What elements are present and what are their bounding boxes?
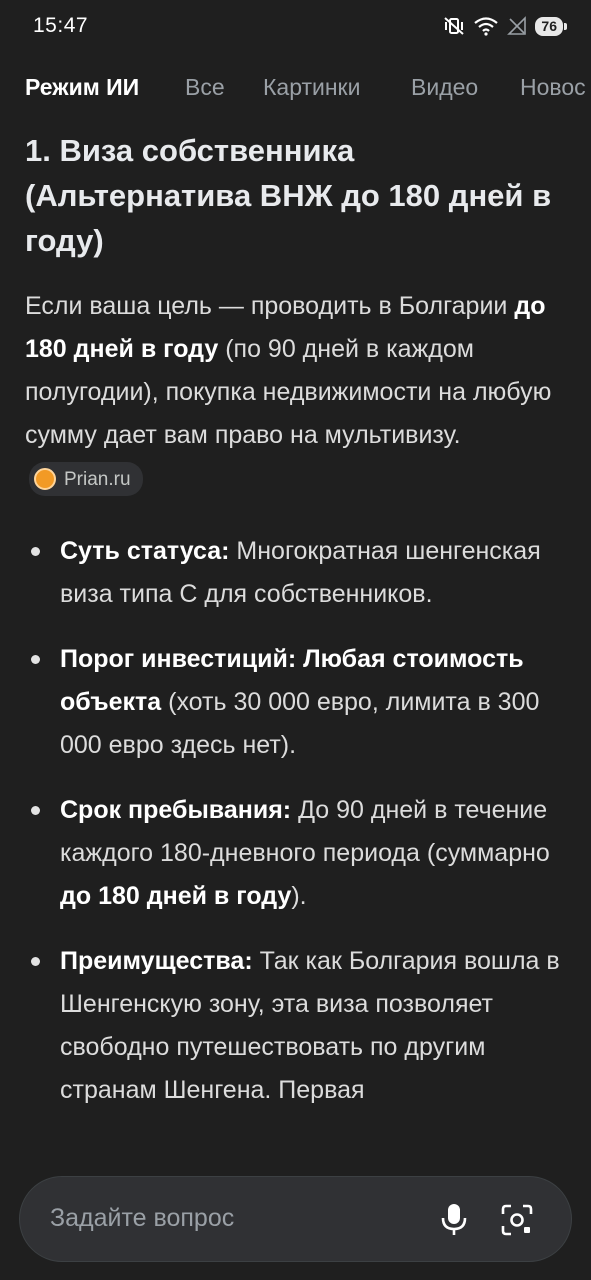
- tab-all[interactable]: Все: [185, 74, 225, 101]
- bullet-title: Преимущества:: [60, 947, 253, 975]
- tab-news[interactable]: Новос: [520, 74, 586, 101]
- ai-answer: 1. Виза собственника (Альтернатива ВНЖ д…: [25, 124, 570, 1134]
- signal-off-icon: [507, 16, 527, 35]
- source-favicon-icon: [34, 468, 56, 491]
- ask-input[interactable]: Задайте вопрос: [50, 1204, 234, 1233]
- wifi-icon: [474, 17, 499, 36]
- section-heading: 1. Виза собственника (Альтернатива ВНЖ д…: [25, 133, 552, 258]
- status-bar: 15:47 76: [0, 0, 591, 54]
- battery-indicator: 76: [535, 16, 567, 36]
- tab-ai-mode[interactable]: Режим ИИ: [25, 74, 139, 101]
- source-label: Prian.ru: [64, 468, 131, 490]
- tab-videos[interactable]: Видео: [411, 74, 478, 101]
- mute-vibrate-icon: [444, 17, 465, 35]
- status-icons: 76: [443, 16, 567, 36]
- bullet-title: Срок пребывания:: [60, 796, 292, 824]
- camera-lens-icon[interactable]: [500, 1203, 534, 1237]
- bullet-list: Суть статуса: Многократная шенгенская ви…: [25, 530, 570, 1112]
- intro-text: Если ваша цель — проводить в Болгарии: [25, 292, 515, 320]
- bullet-title: Суть статуса:: [60, 537, 230, 565]
- list-item: Преимущества: Так как Болгария вошла в Ш…: [25, 940, 570, 1112]
- bullet-text-2: ).: [291, 882, 307, 910]
- list-item: Суть статуса: Многократная шенгенская ви…: [25, 530, 570, 616]
- tab-images[interactable]: Картинки: [263, 74, 360, 101]
- ask-bar[interactable]: Задайте вопрос: [19, 1176, 572, 1262]
- search-tabs: Режим ИИ Все Картинки Видео Новос: [0, 54, 591, 124]
- source-chip[interactable]: Prian.ru: [29, 462, 143, 497]
- intro-paragraph: Если ваша цель — проводить в Болгарии до…: [25, 285, 570, 500]
- bullet-bold-2: до 180 дней в году: [60, 882, 292, 910]
- status-time: 15:47: [33, 14, 89, 37]
- list-item: Срок пребывания: До 90 дней в течение ка…: [25, 789, 570, 918]
- microphone-icon[interactable]: [440, 1203, 468, 1237]
- list-item: Порог инвестиций: Любая стоимость объект…: [25, 638, 570, 767]
